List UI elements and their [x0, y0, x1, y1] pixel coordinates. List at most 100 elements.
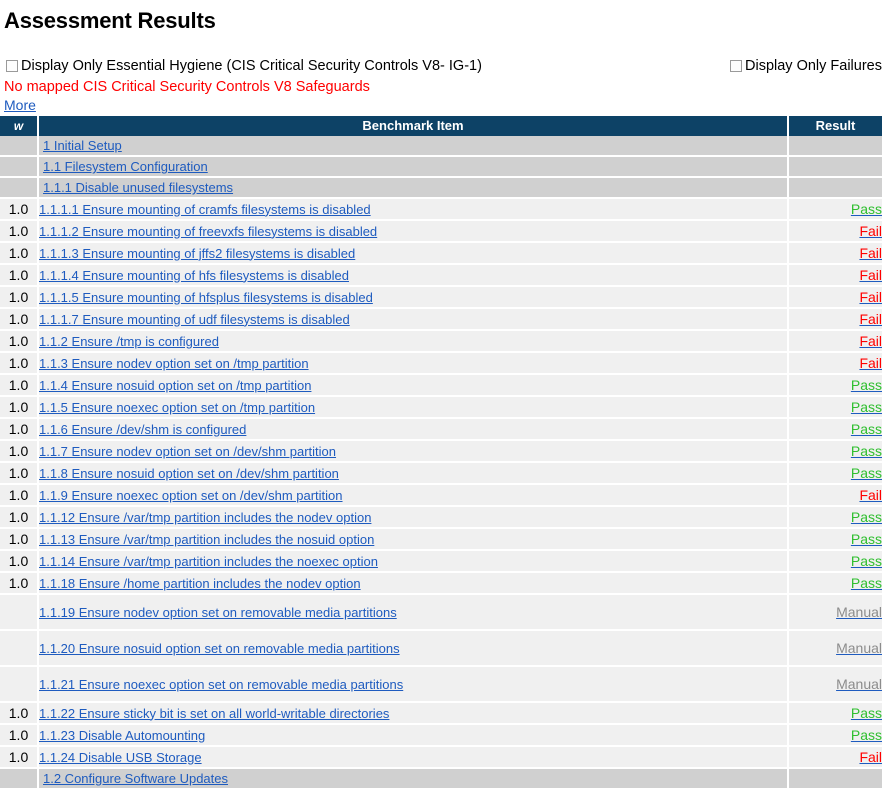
- more-link[interactable]: More: [0, 97, 36, 113]
- section-link[interactable]: 1.2 Configure Software Updates: [43, 771, 228, 786]
- benchmark-item-cell: 1.1.4 Ensure nosuid option set on /tmp p…: [38, 374, 788, 397]
- benchmark-item-cell: 1.1.2 Ensure /tmp is configured: [38, 330, 788, 353]
- section-link[interactable]: 1 Initial Setup: [43, 138, 122, 153]
- result-link-fail[interactable]: Fail: [859, 333, 882, 349]
- benchmark-item-link[interactable]: 1.1.3 Ensure nodev option set on /tmp pa…: [39, 356, 309, 371]
- benchmark-item-cell: 1.1.8 Ensure nosuid option set on /dev/s…: [38, 462, 788, 485]
- benchmark-item-link[interactable]: 1.1.8 Ensure nosuid option set on /dev/s…: [39, 466, 339, 481]
- column-header-weight: w: [0, 116, 39, 136]
- benchmark-item-link[interactable]: 1.1.7 Ensure nodev option set on /dev/sh…: [39, 444, 336, 459]
- benchmark-item-cell: 1.1.7 Ensure nodev option set on /dev/sh…: [38, 440, 788, 463]
- weight-cell: 1.0: [0, 352, 39, 375]
- result-link-pass[interactable]: Pass: [851, 377, 882, 393]
- section-link[interactable]: 1.1.1 Disable unused filesystems: [43, 180, 233, 195]
- result-link-pass[interactable]: Pass: [851, 421, 882, 437]
- column-header-benchmark-item: Benchmark Item: [38, 116, 789, 136]
- table-row: 1.1.20 Ensure nosuid option set on remov…: [0, 630, 882, 667]
- result-cell: Fail: [787, 308, 882, 331]
- section-label-cell: 1.1 Filesystem Configuration: [38, 156, 788, 178]
- weight-cell: 1.0: [0, 396, 39, 419]
- benchmark-item-link[interactable]: 1.1.19 Ensure nodev option set on remova…: [39, 605, 397, 620]
- essential-hygiene-checkbox[interactable]: [6, 60, 18, 72]
- result-cell: Fail: [787, 352, 882, 375]
- table-row: 1.0 1.1.1.7 Ensure mounting of udf filesy…: [0, 308, 882, 331]
- page-title: Assessment Results: [4, 8, 216, 33]
- result-cell: Manual: [787, 630, 882, 667]
- result-cell: Pass: [787, 506, 882, 529]
- benchmark-item-cell: 1.1.9 Ensure noexec option set on /dev/s…: [38, 484, 788, 507]
- result-link-pass[interactable]: Pass: [851, 201, 882, 217]
- benchmark-item-link[interactable]: 1.1.23 Disable Automounting: [39, 728, 205, 743]
- weight-cell: [0, 666, 39, 703]
- benchmark-item-cell: 1.1.20 Ensure nosuid option set on remov…: [38, 630, 788, 667]
- result-link-fail[interactable]: Fail: [859, 311, 882, 327]
- benchmark-item-link[interactable]: 1.1.12 Ensure /var/tmp partition include…: [39, 510, 371, 525]
- benchmark-item-link[interactable]: 1.1.1.5 Ensure mounting of hfsplus files…: [39, 290, 373, 305]
- result-cell: Manual: [787, 594, 882, 631]
- benchmark-item-link[interactable]: 1.1.9 Ensure noexec option set on /dev/s…: [39, 488, 343, 503]
- benchmark-item-link[interactable]: 1.1.13 Ensure /var/tmp partition include…: [39, 532, 374, 547]
- result-cell: Pass: [787, 572, 882, 595]
- result-link-pass[interactable]: Pass: [851, 575, 882, 591]
- result-link-fail[interactable]: Fail: [859, 267, 882, 283]
- result-link-manual[interactable]: Manual: [836, 604, 882, 620]
- result-link-pass[interactable]: Pass: [851, 727, 882, 743]
- benchmark-item-link[interactable]: 1.1.21 Ensure noexec option set on remov…: [39, 677, 403, 692]
- section-row: 1.2 Configure Software Updates: [0, 768, 882, 790]
- result-link-fail[interactable]: Fail: [859, 245, 882, 261]
- section-weight-cell: [0, 136, 39, 157]
- column-header-result: Result: [788, 116, 882, 136]
- section-label-cell: 1 Initial Setup: [38, 136, 788, 157]
- only-failures-filter[interactable]: Display Only Failures: [730, 58, 882, 74]
- result-link-manual[interactable]: Manual: [836, 676, 882, 692]
- table-row: 1.0 1.1.7 Ensure nodev option set on /dev…: [0, 440, 882, 463]
- section-weight-cell: [0, 177, 39, 199]
- result-cell: Pass: [787, 440, 882, 463]
- essential-hygiene-filter[interactable]: Display Only Essential Hygiene (CIS Crit…: [6, 58, 482, 74]
- only-failures-label: Display Only Failures: [745, 58, 882, 74]
- result-cell: Fail: [787, 746, 882, 769]
- weight-cell: 1.0: [0, 308, 39, 331]
- result-link-fail[interactable]: Fail: [859, 487, 882, 503]
- weight-cell: 1.0: [0, 506, 39, 529]
- benchmark-item-link[interactable]: 1.1.1.4 Ensure mounting of hfs filesyste…: [39, 268, 349, 283]
- result-link-pass[interactable]: Pass: [851, 443, 882, 459]
- result-link-pass[interactable]: Pass: [851, 399, 882, 415]
- benchmark-item-link[interactable]: 1.1.4 Ensure nosuid option set on /tmp p…: [39, 378, 311, 393]
- benchmark-item-cell: 1.1.22 Ensure sticky bit is set on all w…: [38, 702, 788, 725]
- benchmark-item-link[interactable]: 1.1.22 Ensure sticky bit is set on all w…: [39, 706, 389, 721]
- benchmark-item-link[interactable]: 1.1.1.1 Ensure mounting of cramfs filesy…: [39, 202, 371, 217]
- filter-bar: Display Only Essential Hygiene (CIS Crit…: [0, 58, 882, 78]
- result-link-pass[interactable]: Pass: [851, 531, 882, 547]
- section-link[interactable]: 1.1 Filesystem Configuration: [43, 159, 208, 174]
- benchmark-item-link[interactable]: 1.1.2 Ensure /tmp is configured: [39, 334, 219, 349]
- result-link-pass[interactable]: Pass: [851, 705, 882, 721]
- result-link-manual[interactable]: Manual: [836, 640, 882, 656]
- result-cell: Pass: [787, 528, 882, 551]
- benchmark-item-link[interactable]: 1.1.1.3 Ensure mounting of jffs2 filesys…: [39, 246, 355, 261]
- benchmark-item-cell: 1.1.3 Ensure nodev option set on /tmp pa…: [38, 352, 788, 375]
- table-row: 1.1.21 Ensure noexec option set on remov…: [0, 666, 882, 703]
- result-cell: Fail: [787, 484, 882, 507]
- benchmark-item-link[interactable]: 1.1.6 Ensure /dev/shm is configured: [39, 422, 246, 437]
- result-link-fail[interactable]: Fail: [859, 289, 882, 305]
- benchmark-item-link[interactable]: 1.1.20 Ensure nosuid option set on remov…: [39, 641, 400, 656]
- result-link-pass[interactable]: Pass: [851, 509, 882, 525]
- result-link-fail[interactable]: Fail: [859, 749, 882, 765]
- benchmark-item-link[interactable]: 1.1.1.2 Ensure mounting of freevxfs file…: [39, 224, 377, 239]
- benchmark-item-link[interactable]: 1.1.18 Ensure /home partition includes t…: [39, 576, 361, 591]
- benchmark-item-link[interactable]: 1.1.14 Ensure /var/tmp partition include…: [39, 554, 378, 569]
- weight-cell: 1.0: [0, 264, 39, 287]
- result-cell: Pass: [787, 702, 882, 725]
- only-failures-checkbox[interactable]: [730, 60, 742, 72]
- benchmark-item-cell: 1.1.13 Ensure /var/tmp partition include…: [38, 528, 788, 551]
- benchmark-item-link[interactable]: 1.1.5 Ensure noexec option set on /tmp p…: [39, 400, 315, 415]
- table-row: 1.0 1.1.3 Ensure nodev option set on /tmp…: [0, 352, 882, 375]
- benchmark-item-link[interactable]: 1.1.24 Disable USB Storage: [39, 750, 202, 765]
- result-link-pass[interactable]: Pass: [851, 465, 882, 481]
- result-link-fail[interactable]: Fail: [859, 355, 882, 371]
- section-label-cell: 1.1.1 Disable unused filesystems: [38, 177, 788, 199]
- result-link-pass[interactable]: Pass: [851, 553, 882, 569]
- result-link-fail[interactable]: Fail: [859, 223, 882, 239]
- benchmark-item-link[interactable]: 1.1.1.7 Ensure mounting of udf filesyste…: [39, 312, 350, 327]
